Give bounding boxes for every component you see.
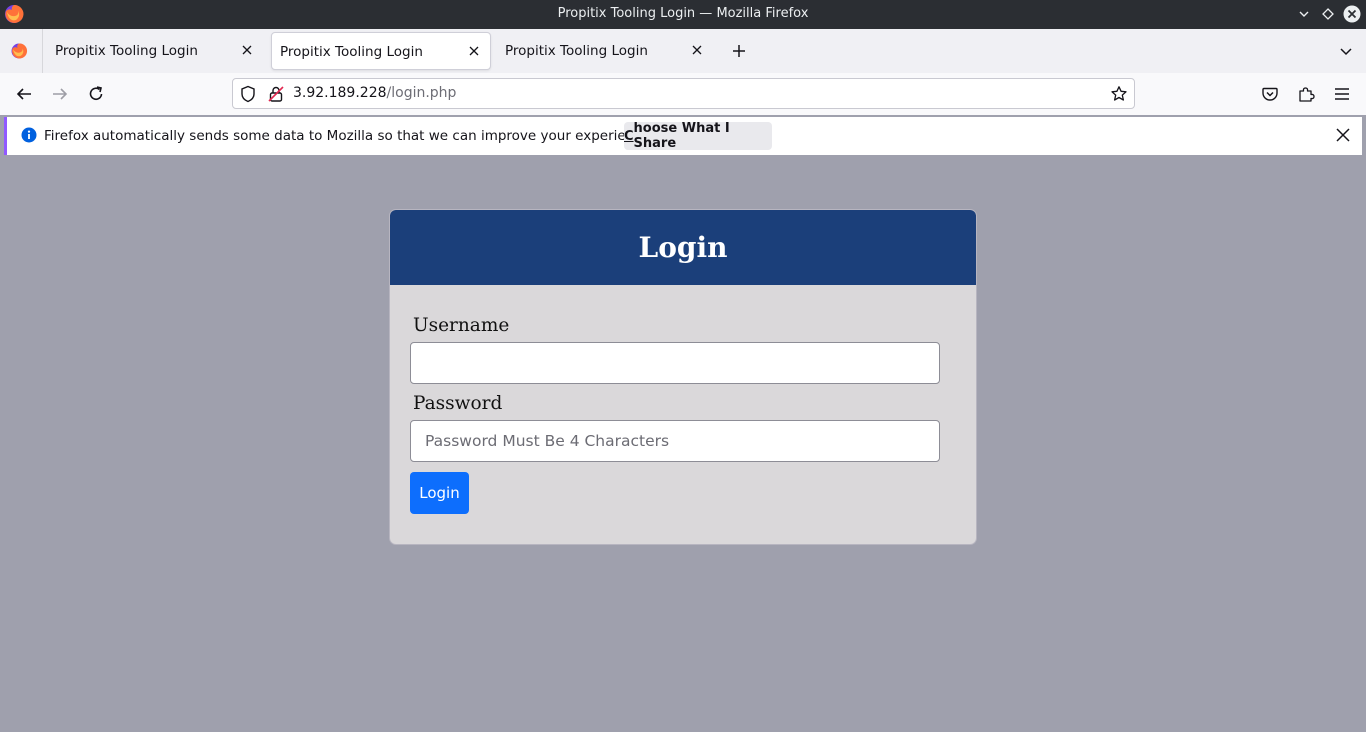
arrow-left-icon xyxy=(16,88,31,100)
url-path: /login.php xyxy=(386,85,457,101)
username-label: Username xyxy=(413,315,510,336)
new-tab-button[interactable] xyxy=(729,41,749,61)
tab-strip: Propitix Tooling Login Propitix Tooling … xyxy=(0,29,1366,73)
chevron-down-icon xyxy=(1299,11,1309,17)
back-button[interactable] xyxy=(13,83,35,105)
login-card-header: Login xyxy=(390,210,976,285)
bookmark-star-icon[interactable] xyxy=(1110,85,1128,103)
username-input[interactable] xyxy=(410,342,940,384)
minimize-button[interactable] xyxy=(1294,4,1314,24)
close-icon xyxy=(469,46,479,56)
button-label-rest: hoose What I Share xyxy=(633,121,730,151)
diamond-icon xyxy=(1322,8,1334,20)
reload-icon xyxy=(89,86,103,100)
plus-icon xyxy=(733,45,745,57)
password-label: Password xyxy=(413,393,503,414)
hamburger-menu-icon xyxy=(1335,88,1349,100)
login-card: Login Username Password Login xyxy=(389,209,977,545)
app-menu-button[interactable] xyxy=(1331,83,1353,105)
tab-close-button[interactable] xyxy=(689,42,705,58)
tab-close-button[interactable] xyxy=(466,43,482,59)
close-icon xyxy=(1336,128,1350,142)
url-host: 3.92.189.228 xyxy=(293,85,387,101)
maximize-button[interactable] xyxy=(1318,4,1338,24)
tab-2-active[interactable]: Propitix Tooling Login xyxy=(271,32,491,70)
tab-label: Propitix Tooling Login xyxy=(55,43,198,59)
insecure-lock-icon[interactable] xyxy=(267,85,285,103)
tab-1[interactable]: Propitix Tooling Login xyxy=(43,32,263,70)
arrow-right-icon xyxy=(53,88,68,100)
password-input[interactable] xyxy=(410,420,940,462)
close-circle-icon xyxy=(1343,5,1361,23)
pocket-button[interactable] xyxy=(1259,83,1281,105)
tab-close-button[interactable] xyxy=(239,42,255,58)
window-title: Propitix Tooling Login — Mozilla Firefox xyxy=(557,6,809,21)
notification-close-button[interactable] xyxy=(1334,126,1352,144)
access-key-letter: C xyxy=(624,128,634,144)
url-text[interactable]: 3.92.189.228/login.php xyxy=(293,85,456,101)
login-submit-button[interactable]: Login xyxy=(410,472,469,514)
list-all-tabs-button[interactable] xyxy=(1336,41,1356,61)
login-heading: Login xyxy=(638,231,728,264)
tab-label: Propitix Tooling Login xyxy=(505,43,648,59)
chevron-down-icon xyxy=(1340,48,1352,56)
tracking-protection-shield-icon[interactable] xyxy=(239,85,257,103)
reload-button[interactable] xyxy=(85,83,107,105)
extensions-button[interactable] xyxy=(1295,83,1317,105)
data-reporting-notification-bar: Firefox automatically sends some data to… xyxy=(4,117,1362,155)
window-titlebar: Propitix Tooling Login — Mozilla Firefox xyxy=(0,0,1366,29)
close-icon xyxy=(692,45,702,55)
pocket-icon xyxy=(1262,87,1278,101)
forward-button[interactable] xyxy=(49,83,71,105)
page-content: Login Username Password Login xyxy=(0,157,1366,732)
tab-label: Propitix Tooling Login xyxy=(280,44,423,60)
close-icon xyxy=(242,45,252,55)
info-icon xyxy=(21,127,37,143)
url-bar[interactable]: 3.92.189.228/login.php xyxy=(232,78,1135,109)
window-close-button[interactable] xyxy=(1342,4,1362,24)
firefox-view-icon[interactable] xyxy=(10,42,28,60)
tab-3[interactable]: Propitix Tooling Login xyxy=(493,32,713,70)
navigation-toolbar: 3.92.189.228/login.php xyxy=(0,73,1366,115)
choose-what-i-share-button[interactable]: Choose What I Share xyxy=(624,121,772,151)
puzzle-piece-icon xyxy=(1299,87,1315,102)
notification-message: Firefox automatically sends some data to… xyxy=(44,128,655,144)
